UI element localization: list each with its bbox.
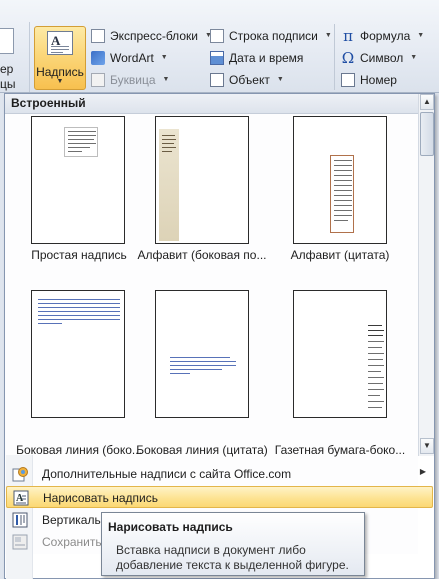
gallery-item-label: Алфавит (цитата) [290,248,390,262]
partial-icon [0,28,14,54]
gallery-item-newsprint-sidebar[interactable] [293,290,387,418]
scroll-up-icon[interactable]: ▲ [420,94,434,110]
preview-sidebar [159,129,179,241]
gallery-item-alphabet-sidebar[interactable] [155,116,249,244]
signature-line-label: Строка подписи [229,28,318,43]
vertical-text-box-icon [12,512,28,528]
wordart-button[interactable]: WordArt ▼ [91,48,168,67]
chevron-down-icon: ▼ [410,54,418,61]
ribbon-partial-label-1: ер [0,62,14,76]
object-button[interactable]: Объект ▼ [210,70,284,89]
ribbon-partial-group[interactable]: ер цы [0,22,30,92]
chevron-down-icon: ▼ [276,76,284,83]
signature-line-icon [210,28,224,43]
tooltip-title: Нарисовать надпись [108,520,233,534]
gallery-item-label: Боковая линия (цитата) [136,443,268,457]
preview-text [170,357,238,377]
equation-label: Формула [360,28,411,43]
wordart-icon [91,50,105,65]
chevron-down-icon: ▼ [417,32,425,39]
symbol-label: Символ [360,50,404,65]
tooltip-body: Вставка надписи в документ либо добавлен… [116,543,349,572]
chevron-down-icon: ▼ [324,32,332,39]
object-label: Объект [229,72,270,87]
chevron-down-icon: ▼ [160,54,168,61]
preview-text [38,299,122,339]
gallery-item-simple-text-box[interactable] [31,116,125,244]
chevron-down-icon: ▼ [162,76,170,83]
omega-icon: Ω [341,48,355,67]
gallery-item-label: Простая надпись [31,248,127,262]
pi-icon: π [343,26,353,45]
text-box-button-label: Надпись [36,65,84,79]
text-box-gallery: Встроенный Простая надпись Алфавит (боко… [4,93,435,579]
gallery-item-sidebar-quote[interactable] [155,290,249,418]
preview-column [368,325,386,415]
draw-text-box-tooltip: Нарисовать надпись Вставка надписи в док… [101,512,365,576]
wordart-label: WordArt [110,50,154,65]
number-icon [341,72,355,87]
drop-cap-icon [91,72,105,87]
save-to-gallery-icon [12,534,28,550]
quick-parts-icon [91,28,105,43]
ribbon-partial-label-2: цы [0,77,16,91]
equation-button[interactable]: π Формула ▼ [341,26,424,45]
gallery-scrollbar[interactable]: ▲ ▼ [418,94,434,456]
gallery-item-sidebar-side[interactable] [31,290,125,418]
object-icon [210,72,224,87]
scroll-down-icon[interactable]: ▼ [420,438,434,454]
gallery-section-title: Встроенный [5,94,434,114]
gallery-item-alphabet-quote[interactable] [293,116,387,244]
text-box-button[interactable]: A Надпись ▼ [34,26,86,90]
drop-cap-button[interactable]: Буквица ▼ [91,70,169,89]
gallery-item-label: Алфавит (боковая по... [137,248,267,262]
text-box-icon: A [47,31,73,55]
preview-box [64,127,98,157]
number-button[interactable]: Номер [341,70,397,89]
menu-item-label: Нарисовать надпись [43,491,159,505]
preview-quote [330,155,354,233]
number-label: Номер [360,72,397,87]
globe-icon [12,466,28,482]
drop-cap-label: Буквица [110,72,156,87]
quick-parts-label: Экспресс-блоки [110,28,198,43]
date-time-label: Дата и время [229,50,304,65]
menu-item-label: Вертикальн [42,513,108,527]
quick-parts-button[interactable]: Экспресс-блоки ▼ [91,26,212,45]
menu-item-label: Дополнительные надписи с сайта Office.co… [42,467,292,481]
draw-text-box-icon: A [13,490,29,506]
date-time-button[interactable]: Дата и время [210,48,303,67]
calendar-icon [210,50,224,65]
ribbon-insert-tab: ер цы A Надпись ▼ Экспресс-блоки ▼ WordA… [0,0,439,93]
draw-text-box-menu-item[interactable]: A Нарисовать надпись [6,486,433,508]
more-text-boxes-office-com[interactable]: Дополнительные надписи с сайта Office.co… [6,463,433,485]
chevron-down-icon: ▼ [56,78,64,85]
group-divider [334,24,335,90]
scrollbar-thumb[interactable] [420,112,434,156]
gallery-item-label: Газетная бумага-боко... [274,443,406,457]
menu-item-label: Сохранить [42,535,102,549]
symbol-button[interactable]: Ω Символ ▼ [341,48,417,67]
signature-line-button[interactable]: Строка подписи ▼ [210,26,332,45]
chevron-right-icon: ▶ [419,467,426,476]
